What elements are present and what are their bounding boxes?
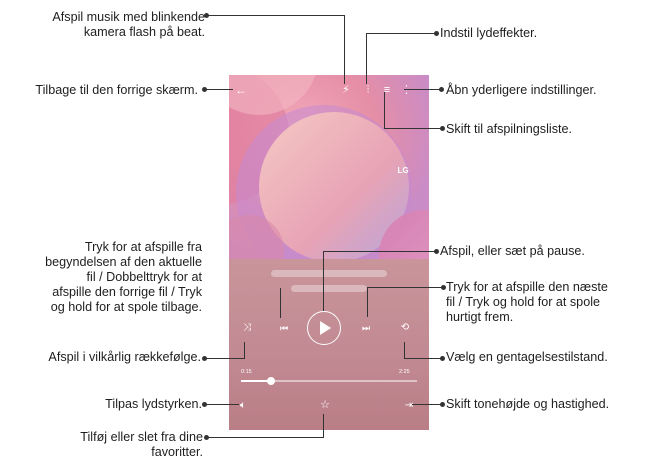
leader-dot: [439, 87, 444, 92]
leader-line: [344, 15, 345, 84]
leader-line: [204, 404, 239, 405]
leader-dot: [440, 402, 445, 407]
label-flash: Afspil musik med blinkende kamera flash …: [52, 10, 205, 39]
label-more: Åbn yderligere indstillinger.: [446, 83, 597, 97]
label-pitch: Skift tonehøjde og hastighed.: [446, 397, 610, 411]
more-icon[interactable]: ⋮: [401, 84, 412, 96]
leader-line: [323, 251, 437, 252]
leader-line: [404, 342, 405, 359]
play-button[interactable]: [307, 311, 341, 345]
leader-dot: [204, 13, 209, 18]
repeat-icon[interactable]: ⟲: [398, 322, 412, 334]
flash-icon[interactable]: ⚡: [340, 84, 352, 96]
leader-line: [323, 251, 324, 311]
previous-icon[interactable]: ⏮: [277, 322, 291, 334]
label-effects: Indstil lydeffekter.: [440, 26, 538, 40]
leader-line: [280, 288, 281, 318]
label-prev: Tryk for at afspille fra begyndelsen af …: [45, 240, 202, 314]
leader-line: [404, 89, 441, 90]
pitch-icon[interactable]: ⇥: [402, 400, 416, 412]
leader-line: [412, 404, 442, 405]
leader-line: [384, 92, 385, 129]
label-repeat: Vælg en gentagelsestilstand.: [446, 350, 608, 364]
leader-line: [366, 33, 367, 84]
label-volume: Tilpas lydstyrken.: [105, 397, 202, 411]
leader-line: [206, 437, 324, 438]
leader-line: [404, 358, 442, 359]
leader-line: [366, 33, 436, 34]
leader-line: [323, 414, 324, 438]
shuffle-icon[interactable]: ⤨: [240, 322, 254, 334]
next-icon[interactable]: ⏭: [359, 322, 373, 334]
label-playpause: Afspil, eller sæt på pause.: [440, 244, 585, 258]
back-arrow-icon[interactable]: ←: [235, 84, 247, 96]
leader-dot: [434, 31, 439, 36]
leader-dot: [440, 356, 445, 361]
album-art: ← ⚡ ⫶ ≡ ⋮ LG: [229, 75, 429, 259]
playlist-icon[interactable]: ≡: [381, 84, 393, 96]
label-playlist: Skift til afspilningsliste.: [446, 122, 572, 136]
total-time: 2:25: [399, 369, 410, 375]
leader-dot: [202, 87, 207, 92]
song-title: [271, 270, 387, 277]
leader-line: [244, 342, 245, 359]
label-next: Tryk for at afspille den næste fil / Try…: [446, 280, 608, 324]
volume-icon[interactable]: 🔈︎: [236, 400, 250, 412]
progress-knob[interactable]: [266, 377, 275, 385]
progress-bar[interactable]: [241, 377, 417, 385]
label-back: Tilbage til den forrige skærm.: [35, 83, 198, 97]
equalizer-icon[interactable]: ⫶: [362, 84, 374, 96]
leader-line: [208, 15, 345, 16]
leader-line: [205, 358, 245, 359]
leader-dot: [434, 249, 439, 254]
leader-line: [205, 89, 233, 90]
leader-line: [384, 128, 442, 129]
label-favorite: Tilføj eller slet fra dine favoritter.: [80, 430, 203, 459]
elapsed-time: 0:15: [241, 369, 252, 375]
leader-line: [367, 287, 368, 317]
leader-dot: [204, 435, 209, 440]
leader-dot: [441, 285, 446, 290]
leader-dot: [202, 356, 207, 361]
play-icon: [320, 321, 331, 335]
artist-name: [291, 285, 367, 292]
star-icon[interactable]: ☆: [318, 399, 332, 411]
leader-line: [367, 287, 443, 288]
leader-dot: [440, 126, 445, 131]
label-shuffle: Afspil i vilkårlig rækkefølge.: [48, 350, 201, 364]
leader-dot: [202, 402, 207, 407]
lg-logo-icon: LG: [397, 166, 409, 175]
